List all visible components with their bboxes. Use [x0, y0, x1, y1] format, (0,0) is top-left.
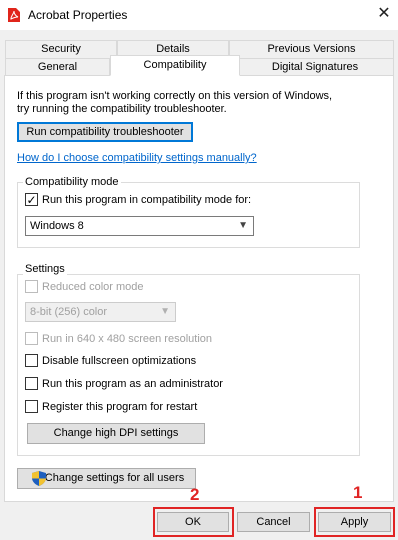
intro-line-1: If this program isn't working correctly …	[17, 90, 333, 102]
tab-previous-versions[interactable]: Previous Versions	[229, 40, 394, 59]
disable-fullscreen-checkbox[interactable]	[25, 354, 38, 367]
register-restart-label: Register this program for restart	[42, 401, 198, 413]
resolution-640-label: Run in 640 x 480 screen resolution	[42, 333, 212, 345]
register-restart-checkbox[interactable]	[25, 400, 38, 413]
tab-compatibility[interactable]: Compatibility	[110, 55, 240, 76]
run-troubleshooter-button[interactable]: Run compatibility troubleshooter	[17, 122, 193, 142]
os-version-value: Windows 8	[30, 220, 84, 232]
color-depth-value: 8-bit (256) color	[30, 306, 108, 318]
uac-shield-icon	[32, 471, 46, 486]
compatibility-mode-group	[17, 182, 360, 248]
chevron-down-icon: ▼	[160, 306, 170, 317]
acrobat-pdf-icon	[8, 8, 20, 22]
settings-label: Settings	[23, 262, 67, 276]
reduced-color-label: Reduced color mode	[42, 281, 144, 293]
compat-mode-checkbox-label: Run this program in compatibility mode f…	[42, 194, 252, 206]
run-as-admin-checkbox[interactable]	[25, 377, 38, 390]
apply-highlight-box	[314, 507, 395, 537]
run-as-admin-label: Run this program as an administrator	[42, 378, 223, 390]
compat-mode-checkbox[interactable]: ✓	[25, 193, 38, 206]
change-all-users-label: Change settings for all users	[44, 472, 185, 484]
annotation-marker-1: 1	[353, 483, 363, 502]
reduced-color-checkbox[interactable]	[25, 280, 38, 293]
os-version-select[interactable]: Windows 8 ▼	[25, 216, 254, 236]
resolution-640-checkbox[interactable]	[25, 332, 38, 345]
cancel-button[interactable]: Cancel	[237, 512, 310, 532]
disable-fullscreen-label: Disable fullscreen optimizations	[42, 355, 197, 367]
chevron-down-icon: ▼	[238, 220, 248, 231]
annotation-marker-2: 2	[190, 485, 200, 504]
tab-security[interactable]: Security	[5, 40, 117, 59]
ok-highlight-box	[153, 507, 234, 537]
window-title: Acrobat Properties	[28, 8, 128, 22]
manual-settings-link[interactable]: How do I choose compatibility settings m…	[17, 151, 257, 165]
color-depth-select[interactable]: 8-bit (256) color ▼	[25, 302, 176, 322]
change-dpi-button[interactable]: Change high DPI settings	[27, 423, 205, 444]
close-icon[interactable]: ✕	[372, 2, 396, 26]
change-all-users-button[interactable]: Change settings for all users	[17, 468, 196, 489]
intro-line-2: try running the compatibility troublesho…	[17, 103, 227, 115]
compatibility-mode-label: Compatibility mode	[23, 175, 121, 189]
checkmark-icon: ✓	[26, 193, 37, 207]
